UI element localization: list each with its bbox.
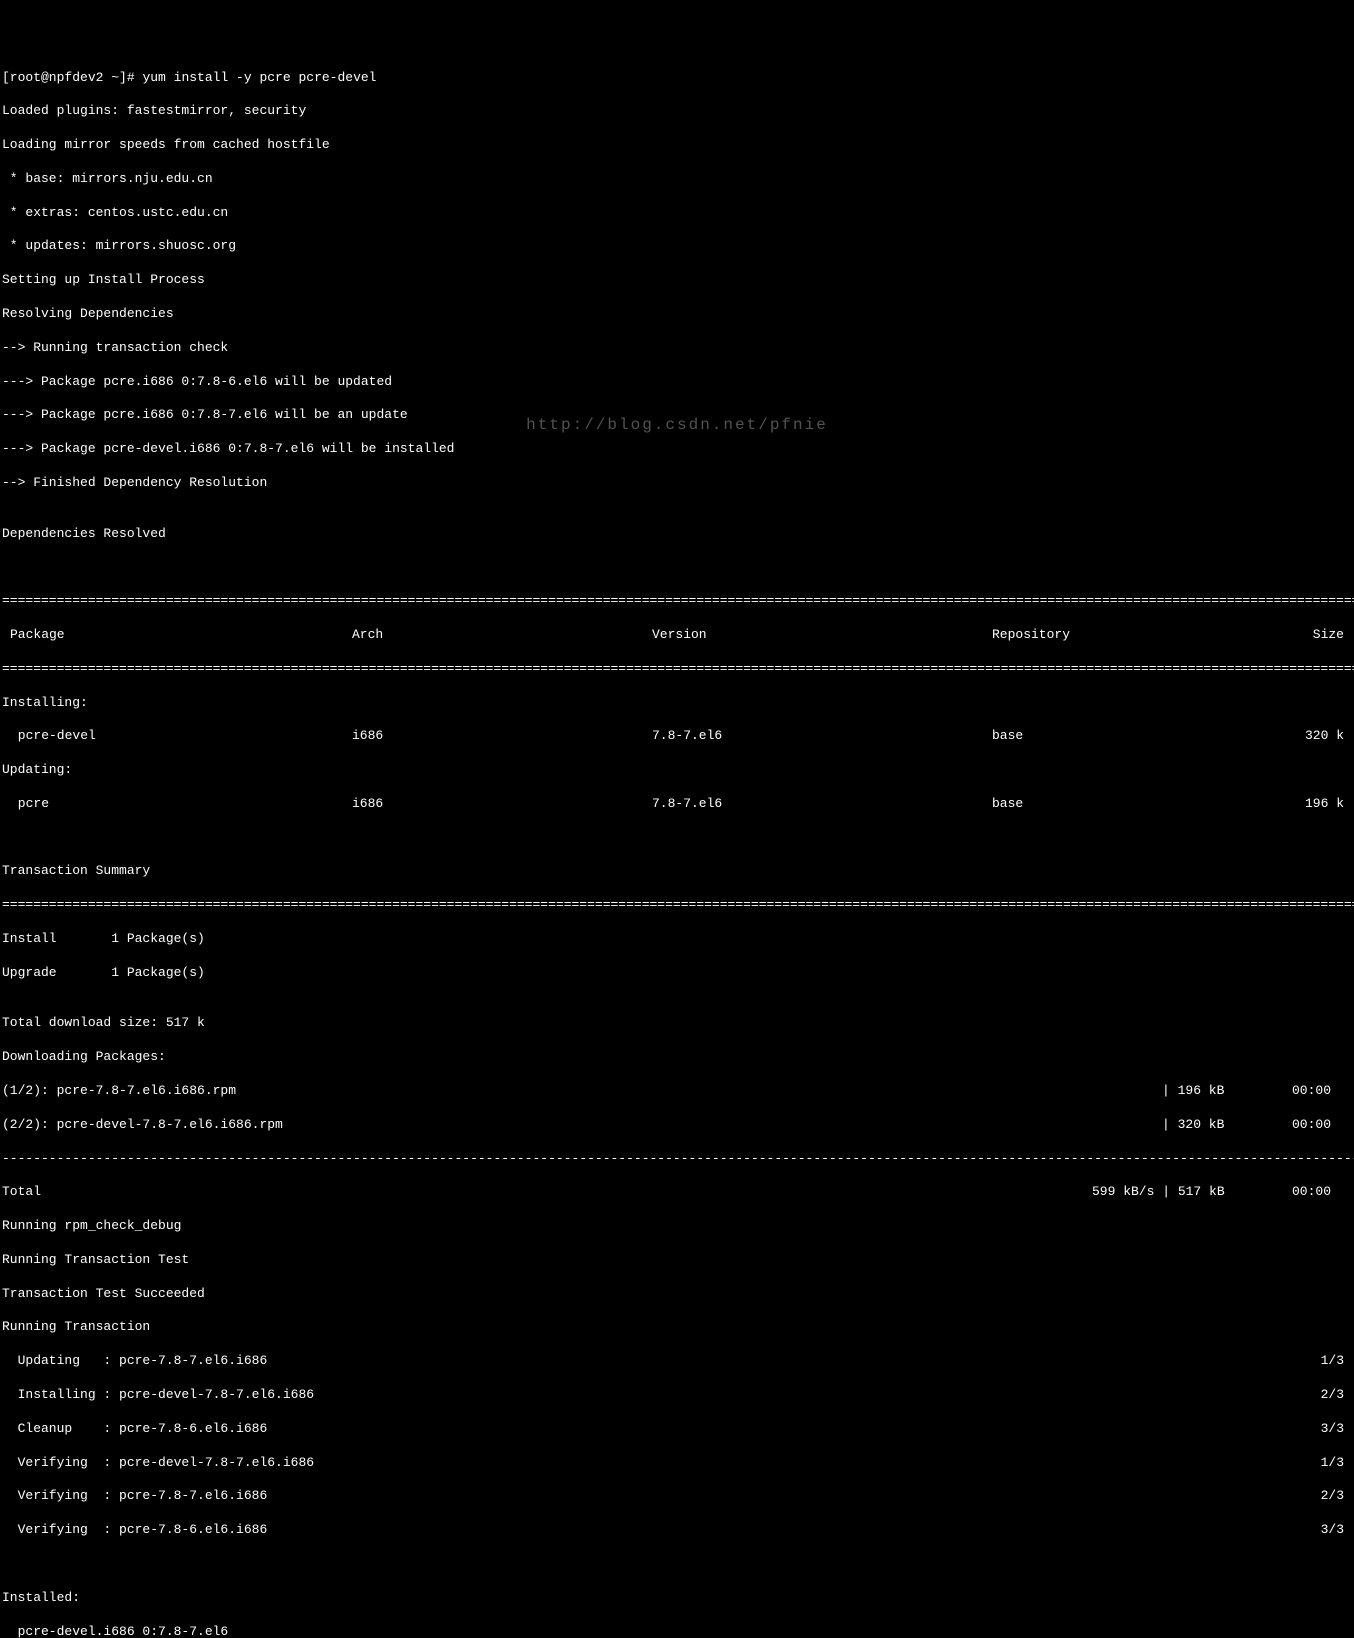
download-row: (2/2): pcre-devel-7.8-7.el6.i686.rpm| 32… bbox=[2, 1117, 1352, 1134]
output-line: Loading mirror speeds from cached hostfi… bbox=[2, 137, 1352, 154]
total-row: Total599 kB/s | 517 kB00:00 bbox=[2, 1184, 1352, 1201]
output-line: * updates: mirrors.shuosc.org bbox=[2, 238, 1352, 255]
cell-arch: i686 bbox=[352, 728, 652, 745]
progress-step: Cleanup : pcre-7.8-6.el6.i686 bbox=[2, 1421, 1312, 1438]
progress-step: Verifying : pcre-7.8-6.el6.i686 bbox=[2, 1522, 1312, 1539]
progress-count: 3/3 bbox=[1312, 1522, 1352, 1539]
output-line: ---> Package pcre.i686 0:7.8-7.el6 will … bbox=[2, 407, 1352, 424]
output-line: Upgrade 1 Package(s) bbox=[2, 965, 1352, 982]
cell-package: pcre-devel bbox=[2, 728, 352, 745]
output-line: Downloading Packages: bbox=[2, 1049, 1352, 1066]
cell-package: pcre bbox=[2, 796, 352, 813]
output-line: Total download size: 517 k bbox=[2, 1015, 1352, 1032]
output-line: Resolving Dependencies bbox=[2, 306, 1352, 323]
shell-command: yum install -y pcre pcre-devel bbox=[142, 70, 376, 85]
cell-version: 7.8-7.el6 bbox=[652, 728, 992, 745]
separator-double: ========================================… bbox=[2, 661, 1352, 678]
output-line bbox=[2, 1556, 1352, 1573]
output-line bbox=[2, 559, 1352, 576]
output-line: Install 1 Package(s) bbox=[2, 931, 1352, 948]
transaction-summary: Transaction Summary bbox=[2, 863, 1352, 880]
col-repository: Repository bbox=[992, 627, 1242, 644]
total-size: 599 kB/s | 517 kB bbox=[1092, 1184, 1292, 1201]
installed-header: Installed: bbox=[2, 1590, 1352, 1607]
cell-size: 320 k bbox=[1242, 728, 1352, 745]
output-line: Loaded plugins: fastestmirror, security bbox=[2, 103, 1352, 120]
col-package: Package bbox=[2, 627, 352, 644]
cell-repo: base bbox=[992, 728, 1242, 745]
download-size: | 196 kB bbox=[1162, 1083, 1292, 1100]
download-size: | 320 kB bbox=[1162, 1117, 1292, 1134]
output-line: * base: mirrors.nju.edu.cn bbox=[2, 171, 1352, 188]
output-line: Running Transaction bbox=[2, 1319, 1352, 1336]
output-line: Running Transaction Test bbox=[2, 1252, 1352, 1269]
total-label: Total bbox=[2, 1184, 1092, 1201]
progress-row: Installing : pcre-devel-7.8-7.el6.i6862/… bbox=[2, 1387, 1352, 1404]
download-name: (2/2): pcre-devel-7.8-7.el6.i686.rpm bbox=[2, 1117, 1162, 1134]
cell-version: 7.8-7.el6 bbox=[652, 796, 992, 813]
output-line: ---> Package pcre.i686 0:7.8-6.el6 will … bbox=[2, 374, 1352, 391]
progress-row: Cleanup : pcre-7.8-6.el6.i6863/3 bbox=[2, 1421, 1352, 1438]
total-time: 00:00 bbox=[1292, 1184, 1352, 1201]
progress-row: Verifying : pcre-7.8-7.el6.i6862/3 bbox=[2, 1488, 1352, 1505]
output-line: --> Running transaction check bbox=[2, 340, 1352, 357]
progress-row: Verifying : pcre-devel-7.8-7.el6.i6861/3 bbox=[2, 1455, 1352, 1472]
output-line: ---> Package pcre-devel.i686 0:7.8-7.el6… bbox=[2, 441, 1352, 458]
col-size: Size bbox=[1242, 627, 1352, 644]
output-line: Transaction Test Succeeded bbox=[2, 1286, 1352, 1303]
progress-step: Verifying : pcre-7.8-7.el6.i686 bbox=[2, 1488, 1312, 1505]
cell-repo: base bbox=[992, 796, 1242, 813]
table-row: pcre-develi6867.8-7.el6base320 k bbox=[2, 728, 1352, 745]
table-row: pcrei6867.8-7.el6base196 k bbox=[2, 796, 1352, 813]
progress-step: Installing : pcre-devel-7.8-7.el6.i686 bbox=[2, 1387, 1312, 1404]
col-version: Version bbox=[652, 627, 992, 644]
table-header-row: PackageArchVersionRepositorySize bbox=[2, 627, 1352, 644]
progress-count: 1/3 bbox=[1312, 1455, 1352, 1472]
download-time: 00:00 bbox=[1292, 1117, 1352, 1134]
progress-row: Verifying : pcre-7.8-6.el6.i6863/3 bbox=[2, 1522, 1352, 1539]
output-line: * extras: centos.ustc.edu.cn bbox=[2, 205, 1352, 222]
output-line: Dependencies Resolved bbox=[2, 526, 1352, 543]
progress-count: 2/3 bbox=[1312, 1488, 1352, 1505]
installed-package: pcre-devel.i686 0:7.8-7.el6 bbox=[2, 1624, 1352, 1638]
separator-double: ========================================… bbox=[2, 593, 1352, 610]
output-line: --> Finished Dependency Resolution bbox=[2, 475, 1352, 492]
progress-step: Verifying : pcre-devel-7.8-7.el6.i686 bbox=[2, 1455, 1312, 1472]
output-line: Running rpm_check_debug bbox=[2, 1218, 1352, 1235]
progress-count: 1/3 bbox=[1312, 1353, 1352, 1370]
section-installing: Installing: bbox=[2, 695, 1352, 712]
progress-step: Updating : pcre-7.8-7.el6.i686 bbox=[2, 1353, 1312, 1370]
download-row: (1/2): pcre-7.8-7.el6.i686.rpm| 196 kB00… bbox=[2, 1083, 1352, 1100]
progress-count: 2/3 bbox=[1312, 1387, 1352, 1404]
cell-arch: i686 bbox=[352, 796, 652, 813]
separator-dash: ----------------------------------------… bbox=[2, 1151, 1352, 1168]
separator-double: ========================================… bbox=[2, 897, 1352, 914]
download-time: 00:00 bbox=[1292, 1083, 1352, 1100]
progress-count: 3/3 bbox=[1312, 1421, 1352, 1438]
col-arch: Arch bbox=[352, 627, 652, 644]
shell-prompt: [root@npfdev2 ~]# bbox=[2, 70, 142, 85]
output-line bbox=[2, 830, 1352, 847]
cell-size: 196 k bbox=[1242, 796, 1352, 813]
section-updating: Updating: bbox=[2, 762, 1352, 779]
progress-row: Updating : pcre-7.8-7.el6.i6861/3 bbox=[2, 1353, 1352, 1370]
download-name: (1/2): pcre-7.8-7.el6.i686.rpm bbox=[2, 1083, 1162, 1100]
output-line: Setting up Install Process bbox=[2, 272, 1352, 289]
